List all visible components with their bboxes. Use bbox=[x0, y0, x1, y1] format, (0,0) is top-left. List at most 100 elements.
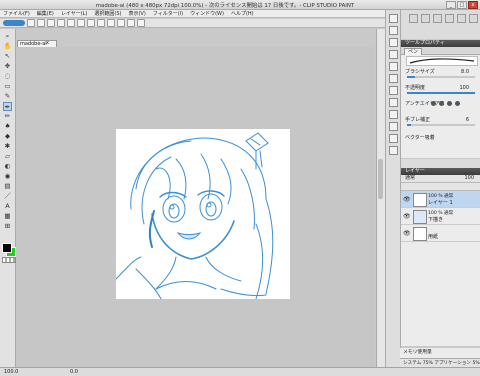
scrollbar-thumb[interactable] bbox=[378, 159, 383, 199]
clip-studio-button[interactable] bbox=[3, 20, 25, 26]
menu-help[interactable]: ヘルプ(H) bbox=[231, 10, 254, 17]
layer-property-icon[interactable] bbox=[389, 134, 398, 143]
new-file-icon[interactable] bbox=[27, 19, 35, 27]
undo-icon[interactable] bbox=[57, 19, 65, 27]
open-file-icon[interactable] bbox=[37, 19, 45, 27]
blend-icon[interactable]: ◐ bbox=[3, 162, 12, 171]
menu-filter[interactable]: フィルター(I) bbox=[153, 10, 183, 17]
layer-name[interactable]: 用紙 bbox=[428, 233, 438, 240]
brush-size-fill bbox=[407, 76, 416, 78]
figure-icon[interactable]: ／ bbox=[3, 192, 12, 201]
menu-layer[interactable]: レイヤー(L) bbox=[61, 10, 88, 17]
brush-size-icon[interactable] bbox=[389, 50, 398, 59]
layer-name[interactable]: 下描き bbox=[428, 216, 443, 223]
antialias-medium-icon[interactable] bbox=[447, 101, 452, 106]
navigator-button-5[interactable] bbox=[457, 14, 466, 23]
close-button[interactable]: x bbox=[468, 1, 478, 9]
vector-snap-row[interactable]: ベクター吸着 bbox=[405, 134, 477, 142]
navigator-button-1[interactable] bbox=[409, 14, 418, 23]
snap-ruler-icon[interactable] bbox=[117, 19, 125, 27]
transform-icon[interactable] bbox=[87, 19, 95, 27]
history-icon[interactable] bbox=[389, 146, 398, 155]
canvas-paper[interactable] bbox=[116, 129, 290, 299]
navigator-button-4[interactable] bbox=[445, 14, 454, 23]
menu-edit[interactable]: 編集(E) bbox=[37, 10, 54, 17]
color-history-icon[interactable] bbox=[389, 110, 398, 119]
airbrush-icon[interactable]: ◆ bbox=[3, 132, 12, 141]
gradient-icon[interactable]: ▤ bbox=[3, 182, 12, 191]
pencil-icon[interactable]: ✏ bbox=[3, 112, 12, 121]
ruler-icon[interactable]: ⊞ bbox=[3, 222, 12, 231]
antialias-row[interactable]: アンチエイリアス bbox=[405, 100, 477, 108]
brush-size-row[interactable]: ブラシサイズ 8.0 bbox=[405, 68, 477, 78]
antialias-weak-icon[interactable] bbox=[439, 101, 444, 106]
maximize-button[interactable]: □ bbox=[457, 1, 467, 9]
save-icon[interactable] bbox=[47, 19, 55, 27]
redo-icon[interactable] bbox=[67, 19, 75, 27]
eyedropper-icon[interactable]: ✎ bbox=[3, 92, 12, 101]
lasso-icon[interactable]: ◌ bbox=[3, 72, 12, 81]
brush-size-value[interactable]: 8.0 bbox=[461, 68, 469, 76]
antialias-none-icon[interactable] bbox=[431, 101, 436, 106]
deselect-icon[interactable] bbox=[97, 19, 105, 27]
canvas-vertical-scrollbar[interactable] bbox=[376, 29, 385, 367]
sub-view-icon[interactable] bbox=[389, 26, 398, 35]
tool-property-icon[interactable] bbox=[389, 38, 398, 47]
operation-icon[interactable]: ↖ bbox=[3, 52, 12, 61]
layer-row-2[interactable]: 👁 100 % 通常 下描き bbox=[401, 208, 480, 225]
text-icon[interactable]: A bbox=[3, 202, 12, 211]
navigator-button-2[interactable] bbox=[421, 14, 430, 23]
navigator-icon[interactable] bbox=[389, 14, 398, 23]
brush-size-slider[interactable] bbox=[407, 76, 475, 78]
navigator-button-3[interactable] bbox=[433, 14, 442, 23]
tool-property-header: ツールプロパティ bbox=[401, 40, 480, 47]
menu-view[interactable]: 表示(V) bbox=[128, 10, 145, 17]
main-color-swatch[interactable] bbox=[2, 243, 12, 253]
stabilization-slider[interactable] bbox=[407, 124, 475, 126]
decoration-icon[interactable]: ✱ bbox=[3, 142, 12, 151]
frame-icon[interactable]: ▦ bbox=[3, 212, 12, 221]
eye-icon[interactable]: 👁 bbox=[403, 213, 411, 220]
layer-thumbnail bbox=[413, 193, 427, 207]
snap-special-icon[interactable] bbox=[127, 19, 135, 27]
brush-icon[interactable]: ♠ bbox=[3, 122, 12, 131]
layer-row-3[interactable]: 👁 用紙 bbox=[401, 225, 480, 242]
color-set-icon[interactable] bbox=[389, 74, 398, 83]
layer-name[interactable]: レイヤー 1 bbox=[428, 199, 453, 206]
eye-icon[interactable]: 👁 bbox=[403, 196, 411, 203]
eye-icon[interactable]: 👁 bbox=[403, 230, 411, 237]
navigator-button-6[interactable] bbox=[469, 14, 478, 23]
pen-icon[interactable]: ✒ bbox=[3, 102, 12, 111]
hand-icon[interactable]: ✋ bbox=[3, 42, 12, 51]
select-all-icon[interactable] bbox=[107, 19, 115, 27]
layer-opacity-value[interactable]: 100 bbox=[464, 175, 474, 182]
approximate-color-icon[interactable] bbox=[389, 98, 398, 107]
document-tab[interactable]: madobe-ai bbox=[17, 40, 57, 47]
transparent-color-swatch[interactable] bbox=[2, 257, 16, 263]
intermediate-color-icon[interactable] bbox=[389, 86, 398, 95]
menu-file[interactable]: ファイル(F) bbox=[3, 10, 30, 17]
antialias-strong-icon[interactable] bbox=[455, 101, 460, 106]
antialias-options[interactable] bbox=[431, 101, 460, 106]
tab-pen[interactable]: ペン bbox=[404, 48, 423, 55]
fill-icon[interactable]: ◉ bbox=[3, 172, 12, 181]
clear-icon[interactable] bbox=[77, 19, 85, 27]
opacity-row[interactable]: 不透明度 100 bbox=[405, 84, 477, 94]
eraser-icon[interactable]: ▱ bbox=[3, 152, 12, 161]
minimize-button[interactable]: _ bbox=[446, 1, 456, 9]
zoom-icon[interactable]: ⌕ bbox=[3, 32, 12, 41]
menu-window[interactable]: ウィンドウ(W) bbox=[190, 10, 224, 17]
move-icon[interactable]: ✥ bbox=[3, 62, 12, 71]
color-circle-icon[interactable] bbox=[389, 62, 398, 71]
select-icon[interactable]: ▭ bbox=[3, 82, 12, 91]
layer-row-1[interactable]: 👁 100 % 通常 レイヤー 1 bbox=[401, 191, 480, 208]
opacity-value[interactable]: 100 bbox=[459, 84, 469, 92]
material-icon[interactable] bbox=[389, 122, 398, 131]
stabilization-value[interactable]: 6 bbox=[466, 116, 469, 124]
blend-mode-select[interactable]: 通常 bbox=[405, 175, 415, 182]
menu-selection[interactable]: 選択範囲(S) bbox=[94, 10, 121, 17]
document-tab-close[interactable]: x bbox=[46, 40, 49, 46]
opacity-slider[interactable] bbox=[407, 92, 475, 94]
snap-grid-icon[interactable] bbox=[137, 19, 145, 27]
stabilization-row[interactable]: 手ブレ補正 6 bbox=[405, 116, 477, 126]
